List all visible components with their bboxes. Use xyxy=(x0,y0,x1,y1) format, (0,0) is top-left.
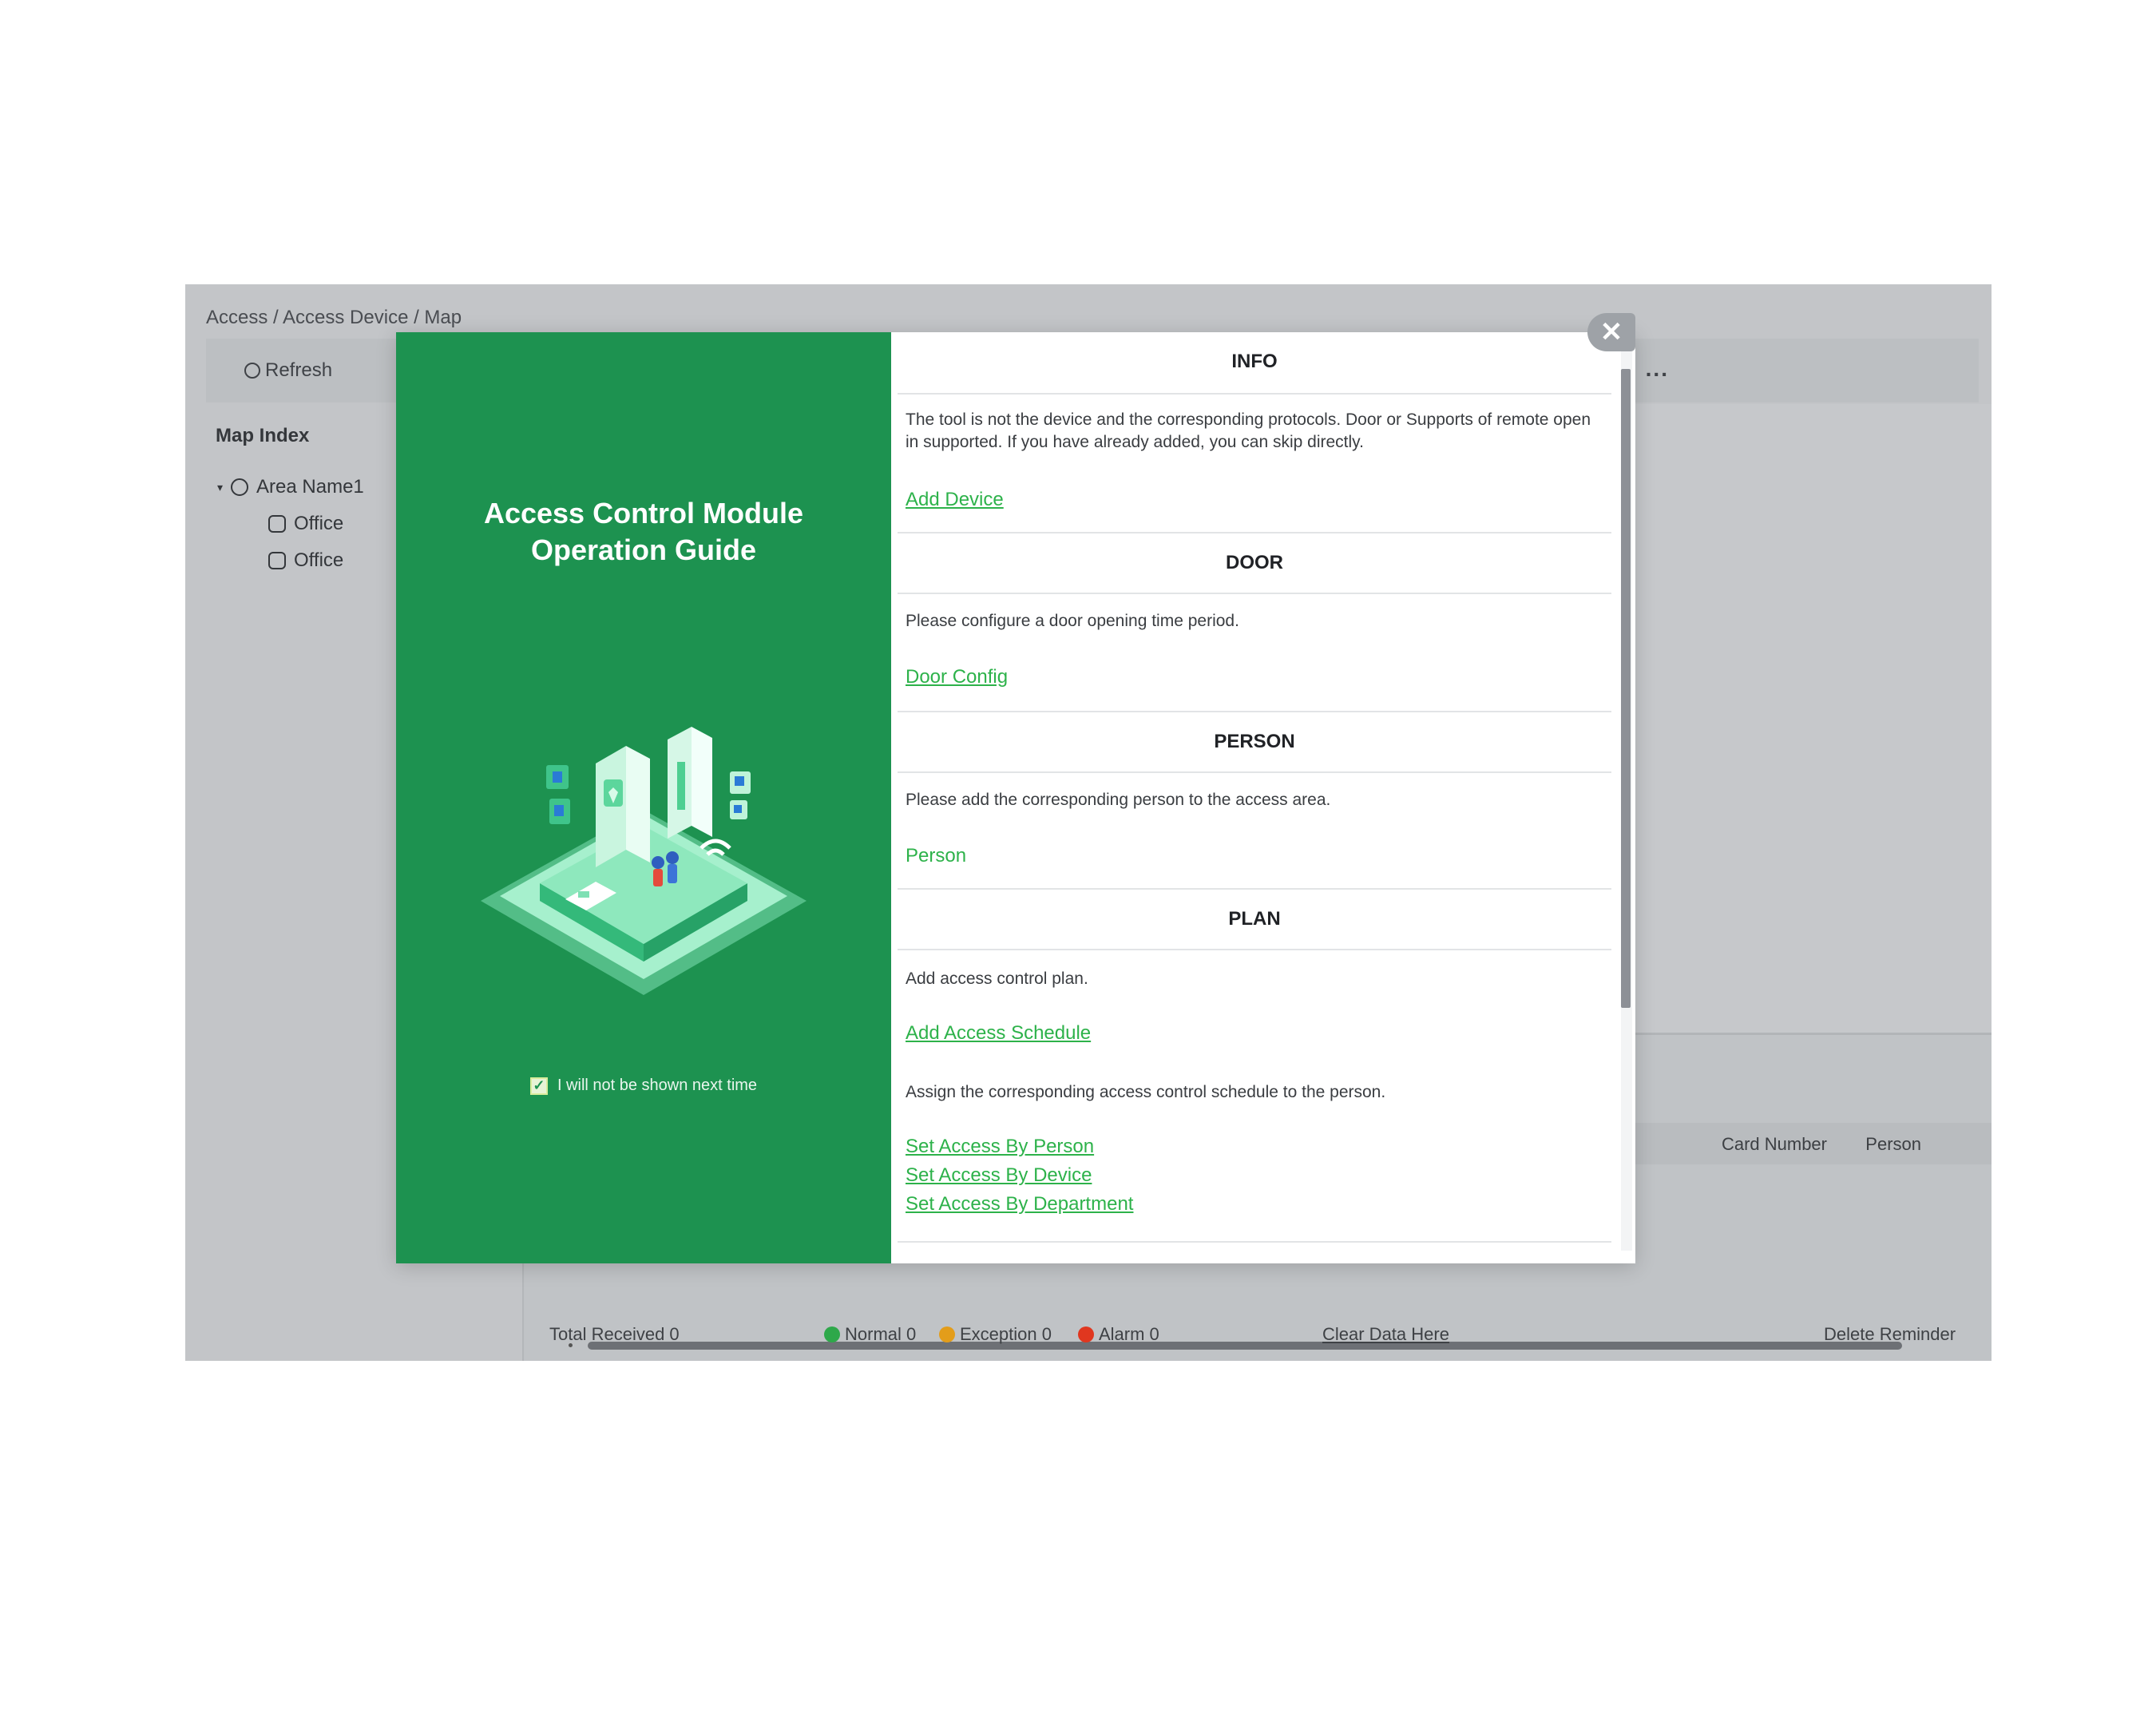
tree-item-label: Office xyxy=(294,549,344,571)
status-bar: Total Received 0 Normal 0 Exception 0 Al… xyxy=(185,1322,1992,1361)
caret-down-icon[interactable]: ▾ xyxy=(217,481,223,494)
more-button[interactable]: ... xyxy=(1646,356,1669,382)
tree-item-label: Area Name1 xyxy=(256,476,364,498)
sidebar-title: Map Index xyxy=(216,425,310,446)
set-access-by-person-link[interactable]: Set Access By Person xyxy=(906,1136,1094,1158)
section-heading-person: PERSON xyxy=(898,711,1611,773)
guide-left-panel: Access Control Module Operation Guide ✓ … xyxy=(396,332,891,1263)
refresh-button[interactable]: Refresh xyxy=(244,359,332,382)
normal-count: Normal 0 xyxy=(845,1324,917,1344)
section-text: Add access control plan. xyxy=(906,970,1088,988)
section-text: Please configure a door opening time per… xyxy=(906,612,1239,630)
clear-data-link[interactable]: Clear Data Here xyxy=(1322,1324,1449,1345)
column-card-number: Card Number xyxy=(1721,1134,1827,1154)
add-device-link[interactable]: Add Device xyxy=(906,489,1004,511)
set-access-by-department-link[interactable]: Set Access By Department xyxy=(906,1193,1133,1215)
section-heading-plan: PLAN xyxy=(898,888,1611,950)
guide-title-line1: Access Control Module xyxy=(483,497,804,529)
guide-steps-panel: INFO The tool is not the device and the … xyxy=(891,332,1635,1263)
legend-exception: Exception 0 xyxy=(939,1324,1052,1345)
dont-show-checkbox[interactable]: ✓ xyxy=(529,1077,548,1095)
operation-guide-modal: Access Control Module Operation Guide ✓ … xyxy=(396,332,1635,1263)
set-access-by-device-link[interactable]: Set Access By Device xyxy=(906,1164,1092,1187)
exception-count: Exception 0 xyxy=(960,1324,1052,1344)
section-text: Please add the corresponding person to t… xyxy=(906,791,1331,809)
divider xyxy=(898,1241,1611,1243)
guide-title: Access Control Module Operation Guide xyxy=(396,495,891,569)
person-link[interactable]: Person xyxy=(906,845,966,867)
dont-show-label: I will not be shown next time xyxy=(557,1077,758,1094)
access-control-illustration xyxy=(481,727,807,995)
tree-item-office[interactable]: Office xyxy=(268,513,343,535)
section-text: The tool is not the device and the corre… xyxy=(906,410,1591,451)
tree-item-area[interactable]: ▾ Area Name1 xyxy=(217,476,364,498)
legend-alarm: Alarm 0 xyxy=(1078,1324,1159,1345)
tree-item-label: Office xyxy=(294,513,344,534)
dont-show-again[interactable]: ✓ I will not be shown next time xyxy=(396,1077,891,1095)
alarm-dot-icon xyxy=(1078,1326,1094,1342)
section-heading-door: DOOR xyxy=(898,532,1611,594)
door-icon xyxy=(268,515,286,533)
total-received: Total Received 0 xyxy=(549,1324,680,1344)
exception-dot-icon xyxy=(939,1326,955,1342)
section-heading-info: INFO xyxy=(898,332,1611,395)
normal-dot-icon xyxy=(824,1326,840,1342)
area-icon xyxy=(231,478,249,496)
door-config-link[interactable]: Door Config xyxy=(906,666,1008,688)
refresh-label: Refresh xyxy=(265,359,333,381)
guide-title-line2: Operation Guide xyxy=(530,533,757,566)
breadcrumb: Access / Access Device / Map xyxy=(206,307,462,328)
scrollbar-thumb[interactable] xyxy=(1621,369,1631,1008)
legend-normal: Normal 0 xyxy=(824,1324,916,1345)
close-icon[interactable]: ✕ xyxy=(1587,313,1635,351)
section-text: Assign the corresponding access control … xyxy=(906,1083,1386,1101)
door-icon xyxy=(268,552,286,569)
tree-item-office[interactable]: Office xyxy=(268,549,343,572)
alarm-count: Alarm 0 xyxy=(1099,1324,1159,1344)
add-access-schedule-link[interactable]: Add Access Schedule xyxy=(906,1022,1091,1045)
delete-reminder-link[interactable]: Delete Reminder xyxy=(1824,1324,1956,1345)
column-person: Person xyxy=(1865,1134,1921,1154)
refresh-icon xyxy=(244,363,260,379)
